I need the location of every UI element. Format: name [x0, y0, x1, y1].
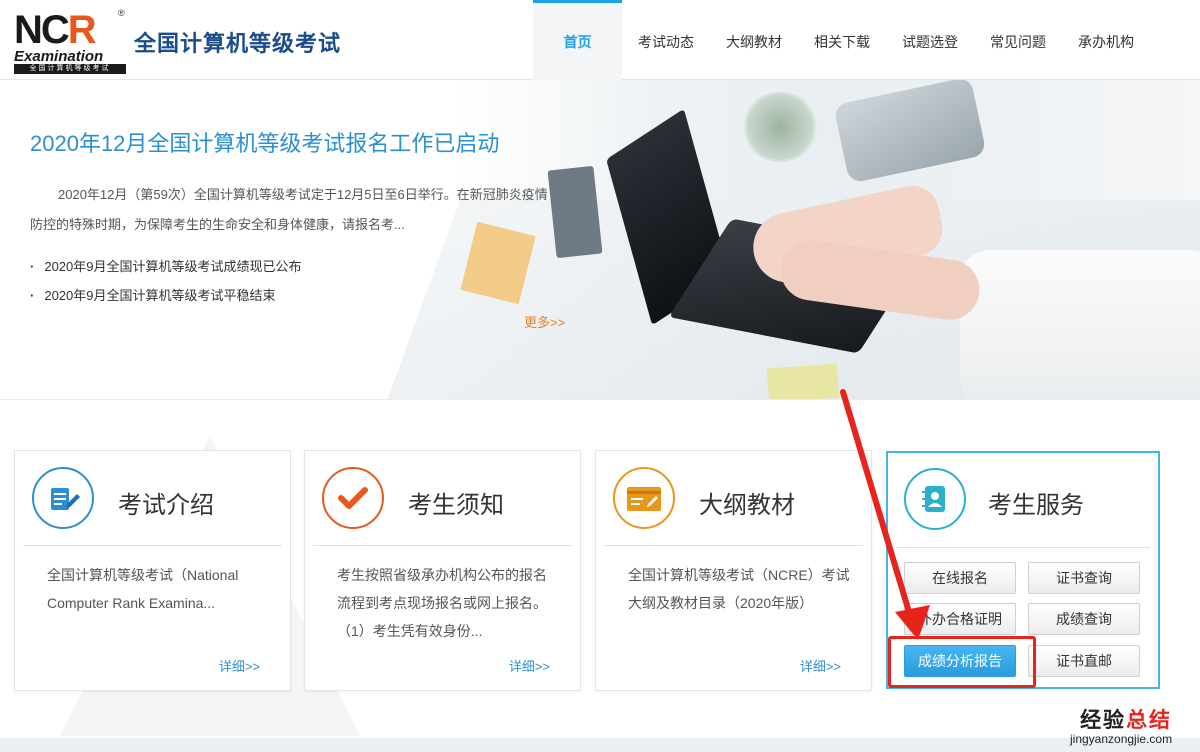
checkmark-icon	[322, 467, 384, 529]
registered-mark: ®	[118, 8, 125, 18]
news-item[interactable]: 2020年9月全国计算机等级考试平稳结束	[30, 281, 302, 310]
news-list: 2020年9月全国计算机等级考试成绩现已公布 2020年9月全国计算机等级考试平…	[30, 252, 302, 310]
detail-link[interactable]: 详细>>	[509, 656, 550, 675]
certificate-direct-mail-button[interactable]: 证书直邮	[1028, 645, 1140, 677]
reissue-certificate-button[interactable]: 补办合格证明	[904, 603, 1016, 635]
card-title: 考生服务	[988, 492, 1084, 519]
banner-phone-image	[833, 80, 987, 184]
nav-item-home[interactable]: 首页	[533, 0, 622, 80]
contact-book-icon	[904, 468, 966, 530]
banner-sticky-note-image	[766, 363, 840, 399]
online-registration-button[interactable]: 在线报名	[904, 562, 1016, 594]
banner-headline[interactable]: 2020年12月全国计算机等级考试报名工作已启动	[30, 126, 499, 158]
card-title: 考生须知	[408, 492, 504, 519]
score-query-button[interactable]: 成绩查询	[1028, 603, 1140, 635]
id-card-icon	[613, 467, 675, 529]
nav-item-faq[interactable]: 常见问题	[974, 0, 1062, 80]
banner-description: 2020年12月（第59次）全国计算机等级考试定于12月5日至6日举行。在新冠肺…	[30, 187, 548, 232]
logo-mark: NCR	[14, 8, 97, 52]
divider	[23, 545, 282, 546]
nav-item-downloads[interactable]: 相关下载	[798, 0, 886, 80]
card-title: 大纲教材	[699, 492, 795, 519]
ncre-logo[interactable]: NCR ® Examination 全国计算机等级考试	[14, 8, 126, 74]
logo-subtitle: Examination	[14, 48, 104, 65]
nav-item-organizers[interactable]: 承办机构	[1062, 0, 1150, 80]
card-candidate-notice[interactable]: 考生须知 考生按照省级承办机构公布的报名流程到考点现场报名或网上报名。（1）考生…	[304, 450, 581, 691]
main-nav: 首页 考试动态 大纲教材 相关下载 试题选登 常见问题 承办机构	[533, 0, 1150, 80]
divider	[313, 545, 572, 546]
nav-item-exam-news[interactable]: 考试动态	[622, 0, 710, 80]
card-description: 全国计算机等级考试（NCRE）考试大纲及教材目录（2020年版）	[628, 567, 850, 611]
detail-link[interactable]: 详细>>	[800, 656, 841, 675]
header: NCR ® Examination 全国计算机等级考试 全国计算机等级考试 首页…	[0, 0, 1200, 80]
divider	[896, 547, 1150, 548]
more-link[interactable]: 更多>>	[524, 312, 565, 331]
banner-sleeve-image	[960, 250, 1200, 399]
watermark-text: 经验总结	[1080, 709, 1173, 732]
card-description: 考生按照省级承办机构公布的报名流程到考点现场报名或网上报名。（1）考生凭有效身份…	[337, 567, 547, 639]
certificate-query-button[interactable]: 证书查询	[1028, 562, 1140, 594]
nav-item-sample-questions[interactable]: 试题选登	[886, 0, 974, 80]
footer-strip	[0, 738, 1200, 752]
highlight-annotation-box	[888, 636, 1036, 688]
news-item[interactable]: 2020年9月全国计算机等级考试成绩现已公布	[30, 252, 301, 281]
banner-cardholder-image	[547, 165, 603, 259]
document-edit-icon	[32, 467, 94, 529]
site-title[interactable]: 全国计算机等级考试	[134, 26, 341, 58]
divider	[604, 545, 863, 546]
card-description: 全国计算机等级考试（National Computer Rank Examina…	[47, 567, 239, 611]
card-title: 考试介绍	[118, 492, 214, 519]
banner-plant-image	[740, 92, 820, 162]
watermark-url: jingyanzongjie.com	[1070, 732, 1173, 746]
hero-banner: 2020年12月全国计算机等级考试报名工作已启动 2020年12月（第59次）全…	[0, 80, 1200, 400]
card-syllabus-materials[interactable]: 大纲教材 全国计算机等级考试（NCRE）考试大纲及教材目录（2020年版） 详细…	[595, 450, 872, 691]
card-exam-intro[interactable]: 考试介绍 全国计算机等级考试（National Computer Rank Ex…	[14, 450, 291, 691]
nav-item-syllabus[interactable]: 大纲教材	[710, 0, 798, 80]
watermark: 经验总结 jingyanzongjie.com	[1070, 704, 1172, 746]
logo-bar-text: 全国计算机等级考试	[14, 64, 126, 74]
detail-link[interactable]: 详细>>	[219, 656, 260, 675]
